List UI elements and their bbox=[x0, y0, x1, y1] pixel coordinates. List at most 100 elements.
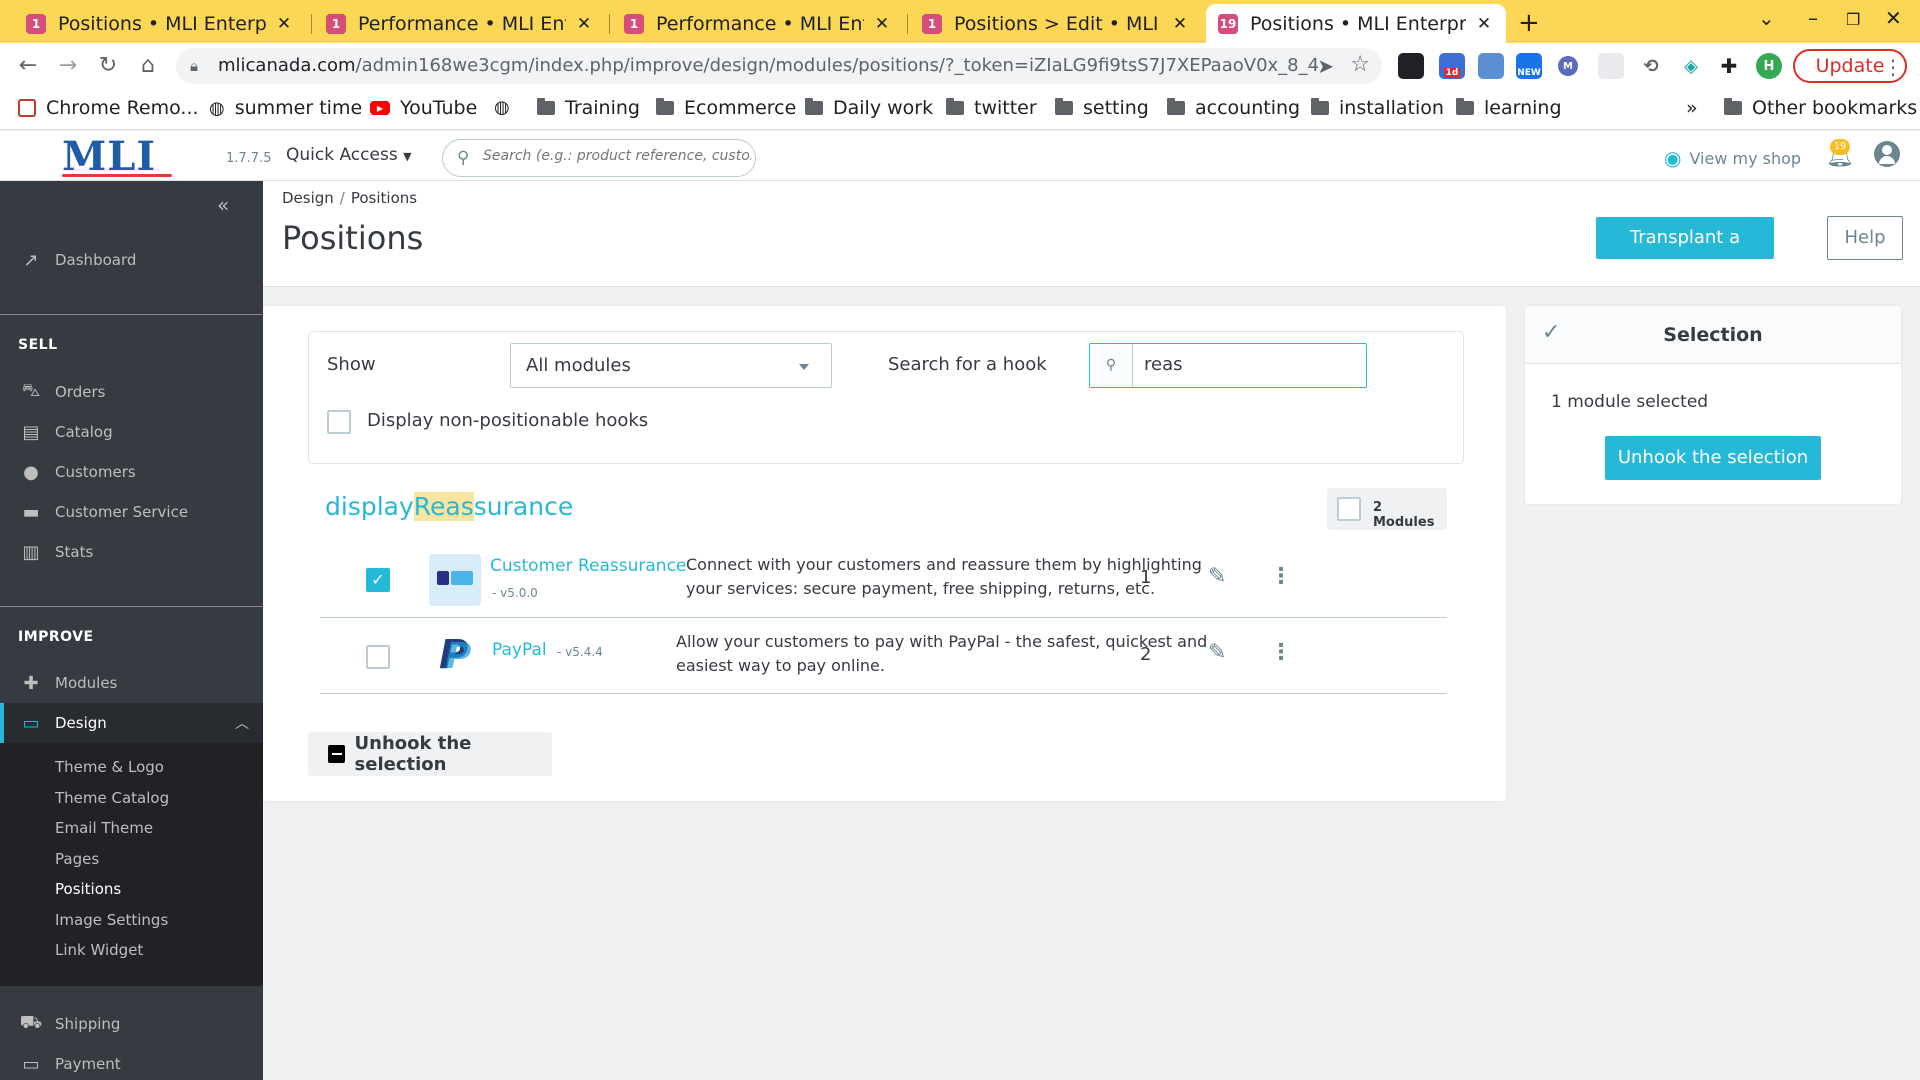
submenu-image-settings[interactable]: Image Settings bbox=[55, 911, 168, 929]
vpn-extension-icon[interactable]: ◈ bbox=[1678, 53, 1704, 79]
non-positionable-checkbox[interactable] bbox=[327, 410, 351, 434]
chrome-menu-icon[interactable]: ⋮ bbox=[1883, 55, 1903, 79]
tab-search-icon[interactable]: ⌄ bbox=[1758, 6, 1775, 30]
bookmark-summer-time[interactable]: ◍ summer time bbox=[209, 97, 362, 119]
profile-avatar[interactable]: H bbox=[1756, 53, 1782, 79]
show-modules-select[interactable]: All modules bbox=[510, 343, 832, 388]
tab-close-icon[interactable]: ✕ bbox=[1474, 14, 1494, 34]
bookmark-learning[interactable]: learning bbox=[1456, 97, 1562, 119]
reload-icon[interactable]: ↻ bbox=[94, 52, 122, 80]
tab-separator bbox=[907, 14, 908, 34]
module-checkbox[interactable] bbox=[366, 645, 390, 669]
unhook-selection-button[interactable]: Unhook the selection bbox=[1605, 436, 1821, 480]
browser-tab-1[interactable]: 1 Positions • MLI Enterprise ✕ bbox=[14, 4, 306, 43]
url-text[interactable]: mlicanada.com/admin168we3cgm/index.php/i… bbox=[218, 55, 1318, 76]
view-my-shop-link[interactable]: ◉ View my shop bbox=[1664, 146, 1801, 170]
browser-tab-4[interactable]: 1 Positions > Edit • MLI Ente ✕ bbox=[910, 4, 1202, 43]
account-avatar-icon[interactable] bbox=[1874, 141, 1900, 167]
sidebar-item-shipping[interactable]: ⛟ Shipping bbox=[0, 1004, 263, 1044]
quick-access-dropdown[interactable]: Quick Access ▼ bbox=[286, 145, 412, 165]
browser-tab-active[interactable]: 19 Positions • MLI Enterprise ✕ bbox=[1206, 4, 1506, 43]
help-button[interactable]: Help bbox=[1827, 216, 1903, 260]
sidebar-item-dashboard[interactable]: ↗ Dashboard bbox=[0, 240, 263, 280]
edit-pencil-icon[interactable]: ✎ bbox=[1208, 564, 1226, 589]
sidebar-item-orders[interactable]: ⛍ Orders bbox=[0, 372, 263, 412]
breadcrumb: Design / Positions bbox=[282, 189, 418, 207]
submenu-pages[interactable]: Pages bbox=[55, 850, 99, 868]
admin-header: MLI 1.7.7.5 Quick Access ▼ ⚲ ◉View my sh… bbox=[0, 131, 1920, 181]
submenu-positions[interactable]: Positions bbox=[55, 880, 121, 898]
more-options-icon[interactable]: ⋮ bbox=[1270, 564, 1292, 589]
image-extension-icon[interactable] bbox=[1478, 53, 1504, 79]
bookmark-accounting[interactable]: accounting bbox=[1167, 97, 1300, 119]
lock-icon[interactable]: 🔒︎ bbox=[190, 57, 198, 75]
new-tab-icon[interactable]: + bbox=[1518, 8, 1540, 38]
blank-extension-icon[interactable] bbox=[1598, 53, 1624, 79]
send-tab-icon[interactable]: ➤ bbox=[1317, 54, 1334, 78]
tab-close-icon[interactable]: ✕ bbox=[274, 14, 294, 34]
bookmark-star-icon[interactable]: ☆ bbox=[1350, 52, 1370, 77]
unhook-selection-bottom-button[interactable]: Unhook the selection bbox=[308, 732, 552, 776]
bookmark-twitter[interactable]: twitter bbox=[946, 97, 1037, 119]
shop-logo[interactable]: MLI bbox=[62, 133, 172, 180]
tab-title: Positions • MLI Enterprise bbox=[1250, 12, 1466, 35]
home-icon[interactable]: ⌂ bbox=[134, 52, 162, 80]
sidebar-divider bbox=[0, 314, 263, 315]
address-bar[interactable]: 🔒︎ mlicanada.com/admin168we3cgm/index.ph… bbox=[176, 48, 1382, 84]
transplant-module-button[interactable]: Transplant a module bbox=[1596, 217, 1774, 290]
module-checkbox[interactable]: ✓ bbox=[366, 568, 390, 592]
module-description: Connect with your customers and reassure… bbox=[686, 555, 1202, 598]
puzzle-icon[interactable]: ✚ bbox=[1716, 53, 1742, 79]
submenu-link-widget[interactable]: Link Widget bbox=[55, 941, 143, 959]
search-hook-input[interactable] bbox=[1144, 354, 1354, 375]
folder-icon bbox=[1055, 98, 1073, 115]
admin-search-input[interactable] bbox=[483, 148, 751, 164]
breadcrumb-design[interactable]: Design bbox=[282, 189, 334, 207]
browser-tab-3[interactable]: 1 Performance • MLI Enterp ✕ bbox=[612, 4, 904, 43]
window-close-icon[interactable]: ✕ bbox=[1885, 6, 1902, 30]
sidebar-item-stats[interactable]: ▥ Stats bbox=[0, 532, 263, 572]
submenu-theme-logo[interactable]: Theme & Logo bbox=[55, 758, 164, 776]
sidebar-item-design[interactable]: ▭ Design ︿ bbox=[0, 703, 263, 743]
browser-tab-2[interactable]: 1 Performance • MLI Enterp ✕ bbox=[314, 4, 606, 43]
edit-pencil-icon[interactable]: ✎ bbox=[1208, 640, 1226, 665]
admin-search[interactable]: ⚲ bbox=[442, 139, 756, 177]
bookmark-globe[interactable]: ◍ bbox=[494, 97, 520, 118]
collapse-sidebar-icon[interactable]: « bbox=[217, 193, 229, 217]
new-extension-icon[interactable]: NEW bbox=[1516, 53, 1542, 79]
submenu-email-theme[interactable]: Email Theme bbox=[55, 819, 153, 837]
tab-close-icon[interactable]: ✕ bbox=[1170, 14, 1190, 34]
restore-icon[interactable]: ❐ bbox=[1846, 10, 1860, 29]
puzzle-icon: ✚ bbox=[23, 672, 39, 694]
calendar-extension-icon[interactable]: 1d bbox=[1439, 53, 1465, 79]
sidebar-item-customers[interactable]: ● Customers bbox=[0, 452, 263, 492]
m-extension-icon[interactable]: M bbox=[1558, 56, 1578, 76]
sidebar-item-modules[interactable]: ✚ Modules bbox=[0, 663, 263, 703]
bookmark-youtube[interactable]: ▶ YouTube bbox=[370, 97, 477, 119]
forward-icon[interactable]: → bbox=[54, 52, 82, 80]
sidebar-item-catalog[interactable]: ▤ Catalog bbox=[0, 412, 263, 452]
more-options-icon[interactable]: ⋮ bbox=[1270, 640, 1292, 665]
minimize-icon[interactable]: – bbox=[1808, 6, 1818, 30]
bookmark-chrome-remote[interactable]: Chrome Remo... bbox=[18, 97, 199, 119]
bookmark-daily-work[interactable]: Daily work bbox=[805, 97, 933, 119]
bookmarks-overflow-icon[interactable]: » bbox=[1686, 97, 1698, 119]
module-name-link[interactable]: PayPal bbox=[492, 640, 547, 660]
bookmark-other[interactable]: Other bookmarks bbox=[1724, 97, 1917, 119]
back-icon[interactable]: ← bbox=[14, 52, 42, 80]
bookmark-training[interactable]: Training bbox=[537, 97, 640, 119]
bookmark-setting[interactable]: setting bbox=[1055, 97, 1149, 119]
tab-separator bbox=[609, 14, 610, 34]
submenu-theme-catalog[interactable]: Theme Catalog bbox=[55, 789, 169, 807]
tab-close-icon[interactable]: ✕ bbox=[574, 14, 594, 34]
module-name-link[interactable]: Customer Reassurance bbox=[490, 556, 686, 576]
history-extension-icon[interactable]: ⟲ bbox=[1638, 53, 1664, 79]
bookmark-ecommerce[interactable]: Ecommerce bbox=[656, 97, 796, 119]
tab-close-icon[interactable]: ✕ bbox=[872, 14, 892, 34]
bookmark-installation[interactable]: installation bbox=[1311, 97, 1444, 119]
sidebar-item-payment[interactable]: ▭ Payment bbox=[0, 1044, 263, 1080]
select-all-hook-checkbox[interactable] bbox=[1337, 497, 1361, 521]
search-hook-field[interactable]: ⚲ bbox=[1089, 343, 1367, 388]
extension-icon[interactable] bbox=[1398, 53, 1424, 79]
sidebar-item-customer-service[interactable]: ▬ Customer Service bbox=[0, 492, 263, 532]
